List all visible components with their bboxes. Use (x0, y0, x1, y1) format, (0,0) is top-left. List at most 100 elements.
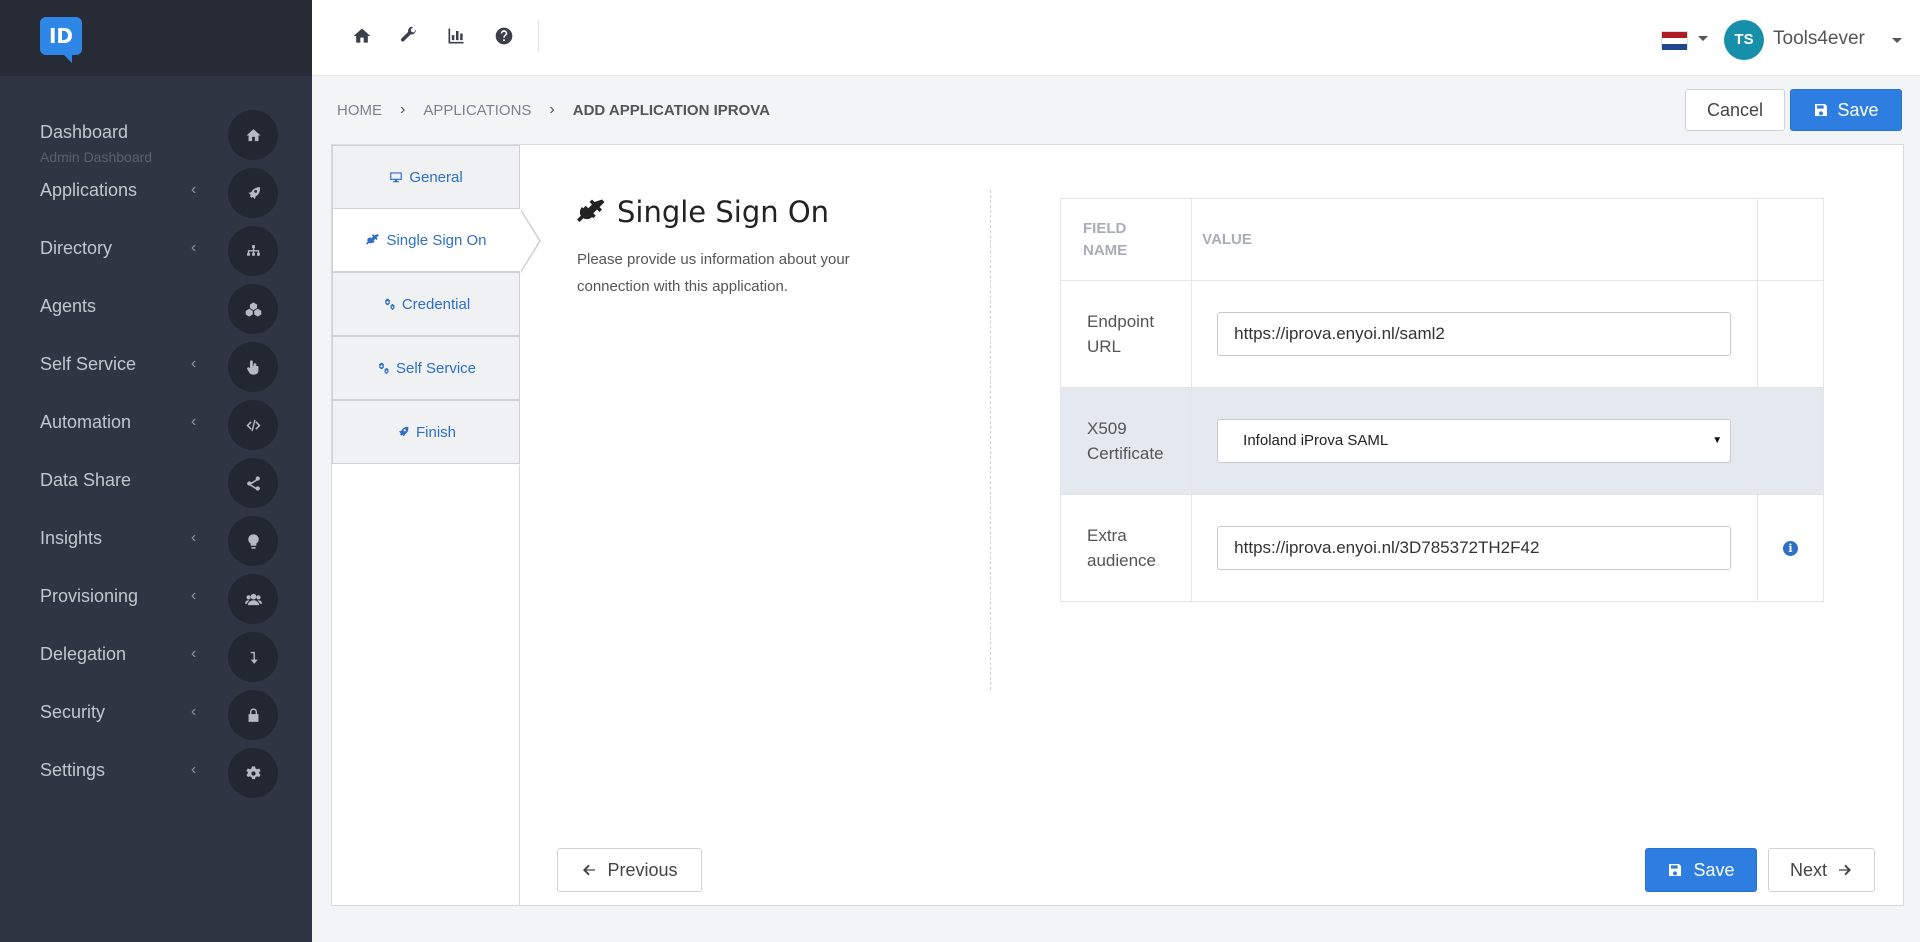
chevron-left-icon: ‹ (191, 761, 197, 778)
section-description: Please provide us information about your… (577, 251, 850, 295)
sidebar-nav: Dashboard Admin Dashboard Applications ‹… (0, 110, 312, 806)
breadcrumb-home[interactable]: HOME (337, 102, 382, 119)
field-value-cell: https://iprova.enyoi.nl/saml2 (1191, 280, 1758, 388)
previous-button-label: Previous (607, 859, 678, 880)
sidebar-item-sublabel: Admin Dashboard (40, 149, 153, 165)
save-button-label: Save (1693, 859, 1735, 880)
floppy-disk-icon (1815, 104, 1828, 116)
chevron-left-icon: ‹ (191, 413, 197, 430)
bar-chart-icon[interactable] (446, 26, 466, 46)
breadcrumb-current: ADD APPLICATION IPROVA (572, 101, 770, 119)
sidebar-item-directory[interactable]: Directory ‹ (0, 226, 312, 284)
sidebar-item-label: Insights (40, 528, 103, 548)
section-divider (990, 190, 991, 690)
rocket-icon (398, 426, 409, 437)
gear-icon (228, 748, 278, 798)
sidebar-item-provisioning[interactable]: Provisioning ‹ (0, 574, 312, 632)
breadcrumb: HOME › APPLICATIONS › ADD APPLICATION IP… (337, 101, 770, 119)
sidebar-item-label: Applications (40, 180, 138, 200)
plug-icon (366, 234, 380, 245)
floppy-disk-icon (1669, 864, 1682, 876)
field-name: Endpoint URL (1059, 280, 1193, 388)
endpoint-url-input[interactable]: https://iprova.enyoi.nl/saml2 (1217, 312, 1732, 356)
breadcrumb-separator: › (400, 101, 406, 118)
breadcrumb-applications[interactable]: APPLICATIONS (423, 102, 531, 119)
field-name-text: Endpoint URL (1087, 312, 1155, 356)
tab-single-sign-on[interactable]: Single Sign On (332, 208, 541, 273)
wrench-icon[interactable] (399, 26, 419, 46)
field-table: FIELD NAME VALUE Endpoint URL https://ip… (1059, 198, 1825, 602)
cancel-button-label: Cancel (1706, 99, 1764, 120)
app-logo[interactable]: ID (40, 17, 82, 63)
rocket-icon (228, 168, 278, 218)
tab-label: Single Sign On (386, 231, 487, 249)
sidebar-item-label: Automation (40, 412, 132, 432)
column-header-extra (1756, 198, 1825, 281)
chevron-left-icon: ‹ (191, 355, 197, 372)
user-name[interactable]: Tools4ever (1773, 28, 1865, 50)
next-button[interactable]: Next (1768, 848, 1875, 892)
sidebar-item-agents[interactable]: Agents (0, 284, 312, 342)
tab-credential[interactable]: Credential (332, 272, 520, 336)
flag-nl-icon[interactable] (1661, 31, 1688, 50)
section-title: Single Sign On (577, 195, 829, 229)
sidebar-item-delegation[interactable]: Delegation ‹ (0, 632, 312, 690)
caret-down-icon[interactable] (1892, 38, 1902, 43)
chevron-left-icon: ‹ (191, 645, 197, 662)
sidebar-item-insights[interactable]: Insights ‹ (0, 516, 312, 574)
tab-general[interactable]: General (332, 145, 520, 209)
wizard-tabs: General Single Sign On Credential Self S… (332, 145, 541, 465)
sidebar: ID Dashboard Admin Dashboard Application… (0, 0, 312, 942)
info-icon[interactable]: i (1782, 541, 1798, 556)
previous-button[interactable]: Previous (557, 848, 702, 892)
extra-audience-input[interactable]: https://iprova.enyoi.nl/3D785372TH2F42 (1217, 526, 1732, 570)
avatar[interactable]: TS (1724, 20, 1764, 60)
lightbulb-icon (228, 516, 278, 566)
level-down-icon (228, 632, 278, 682)
sidebar-item-security[interactable]: Security ‹ (0, 690, 312, 748)
tab-label: Finish (415, 423, 456, 441)
chevron-left-icon: ‹ (191, 181, 197, 198)
sidebar-item-label: Provisioning (40, 586, 139, 606)
table-row: Extra audience https://iprova.enyoi.nl/3… (1059, 494, 1825, 602)
tab-label: General (409, 168, 463, 186)
save-button[interactable]: Save (1790, 89, 1902, 131)
home-icon (228, 110, 278, 160)
x509-certificate-select[interactable]: Infoland iProva SAML ▼ (1217, 419, 1732, 463)
sidebar-item-applications[interactable]: Applications ‹ (0, 168, 312, 226)
cancel-button[interactable]: Cancel (1685, 89, 1785, 131)
tab-label: Self Service (395, 359, 477, 377)
sidebar-item-self-service[interactable]: Self Service ‹ (0, 342, 312, 400)
arrow-right-icon (1839, 864, 1851, 876)
hand-pointer-icon (228, 342, 278, 392)
sidebar-item-label: Delegation (40, 644, 127, 664)
sidebar-item-label: Dashboard (40, 122, 129, 142)
cogs-icon (384, 298, 395, 310)
question-icon[interactable] (494, 26, 514, 46)
footer-save-button[interactable]: Save (1645, 848, 1757, 892)
breadcrumb-separator: › (549, 101, 555, 118)
column-header-field-name: FIELD NAME (1059, 198, 1193, 281)
topbar: TS Tools4ever (312, 0, 1920, 76)
field-value-cell: https://iprova.enyoi.nl/3D785372TH2F42 (1191, 494, 1758, 602)
users-icon (228, 574, 278, 624)
desktop-icon (390, 172, 403, 183)
sidebar-item-dashboard[interactable]: Dashboard Admin Dashboard (0, 110, 312, 168)
chevron-left-icon: ‹ (191, 587, 197, 604)
tab-finish[interactable]: Finish (332, 400, 520, 464)
chevron-left-icon: ‹ (191, 239, 197, 256)
cogs-icon (378, 362, 389, 374)
tabs-divider (332, 465, 520, 906)
tab-self-service[interactable]: Self Service (332, 336, 520, 400)
home-icon[interactable] (352, 26, 372, 46)
chevron-left-icon: ‹ (191, 703, 197, 720)
sidebar-item-data-share[interactable]: Data Share (0, 458, 312, 516)
lock-icon (228, 690, 278, 740)
sidebar-item-settings[interactable]: Settings ‹ (0, 748, 312, 806)
code-icon (228, 400, 278, 450)
column-header-value: VALUE (1191, 198, 1758, 281)
sidebar-item-automation[interactable]: Automation ‹ (0, 400, 312, 458)
sitemap-icon (228, 226, 278, 276)
sidebar-item-label: Self Service (40, 354, 137, 374)
caret-down-icon[interactable] (1698, 36, 1708, 41)
